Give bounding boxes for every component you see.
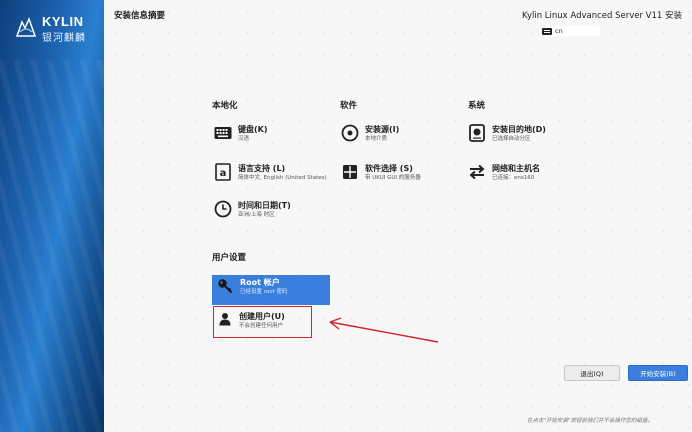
spoke-root-status: 已经设置 root 密码 <box>240 289 288 295</box>
kylin-logo-icon <box>15 16 37 37</box>
logo-text-cn: 银河麒麟 <box>42 33 86 44</box>
spoke-user-title: 创建用户(U) <box>239 312 285 321</box>
spoke-user-status: 不会创建任何用户 <box>239 323 284 329</box>
user-icon <box>217 311 233 327</box>
spoke-network-title: 网络和主机名 <box>492 164 540 173</box>
spoke-root-account[interactable]: Root 帐户 已经设置 root 密码 <box>212 275 330 305</box>
annotation-arrow <box>329 317 439 343</box>
spoke-time-status: 亚洲/上海 时区 <box>238 212 275 218</box>
keyboard-icon <box>214 124 232 142</box>
page-title: 安装信息摘要 <box>114 11 166 21</box>
keyboard-small-icon <box>542 27 552 35</box>
spoke-time-date[interactable]: 时间和日期(T) 亚洲/上海 时区 <box>214 200 334 232</box>
footer-note: 在点击"开始安装"按钮前我们并不会操作您的磁盘。 <box>527 418 654 424</box>
spoke-install-destination[interactable]: 安装目的地(D) 已选择自动分区 <box>468 124 588 156</box>
begin-install-button[interactable]: 开始安装(B) <box>628 365 688 381</box>
product-title: Kylin Linux Advanced Server V11 安装 <box>522 11 682 21</box>
spoke-language-title: 语言支持 (L) <box>238 164 286 173</box>
spoke-root-title: Root 帐户 <box>240 278 280 287</box>
disc-icon <box>341 124 359 142</box>
spoke-source-title: 安装源(I) <box>365 125 400 134</box>
kylin-logo: KYLIN 银河麒麟 <box>14 14 94 44</box>
main-panel: 安装信息摘要 Kylin Linux Advanced Server V11 安… <box>104 0 692 432</box>
spoke-keyboard-title: 键盘(K) <box>238 125 268 134</box>
spoke-language[interactable]: a 语言支持 (L) 简体中文, English (United States) <box>214 163 334 195</box>
key-icon <box>216 277 234 295</box>
category-user-settings: 用户设置 <box>212 253 247 263</box>
category-localization: 本地化 <box>212 101 238 111</box>
spoke-software-status: 带 UKUI GUI 的服务器 <box>365 175 421 181</box>
keyboard-layout-text: cn <box>555 27 563 35</box>
spoke-source-status: 本地介质 <box>365 136 388 142</box>
clock-icon <box>214 200 232 218</box>
spoke-time-title: 时间和日期(T) <box>238 201 291 210</box>
spoke-keyboard[interactable]: 键盘(K) 汉语 <box>214 124 334 156</box>
spoke-install-source[interactable]: 安装源(I) 本地介质 <box>341 124 461 156</box>
spoke-software-title: 软件选择 (S) <box>365 164 413 173</box>
spoke-destination-title: 安装目的地(D) <box>492 125 546 134</box>
spoke-network-status: 已连接：ens160 <box>492 175 535 181</box>
category-system: 系统 <box>468 101 486 111</box>
spoke-software-selection[interactable]: 软件选择 (S) 带 UKUI GUI 的服务器 <box>341 163 461 195</box>
language-icon: a <box>214 163 232 181</box>
spoke-network-hostname[interactable]: 网络和主机名 已连接：ens160 <box>468 163 588 195</box>
network-arrows-icon <box>468 163 486 181</box>
logo-text-en: KYLIN <box>42 14 84 29</box>
package-icon <box>341 163 359 181</box>
spoke-destination-status: 已选择自动分区 <box>492 136 531 142</box>
keyboard-layout-indicator[interactable]: cn <box>542 26 600 36</box>
quit-button[interactable]: 退出(Q) <box>564 365 620 381</box>
category-software: 软件 <box>340 101 358 111</box>
spoke-create-user[interactable]: 创建用户(U) 不会创建任何用户 <box>213 306 312 338</box>
spoke-keyboard-status: 汉语 <box>238 136 250 142</box>
harddisk-icon <box>468 124 486 142</box>
spoke-language-status: 简体中文, English (United States) <box>238 175 327 181</box>
svg-text:a: a <box>220 168 227 179</box>
sidebar: KYLIN 银河麒麟 <box>0 0 104 432</box>
